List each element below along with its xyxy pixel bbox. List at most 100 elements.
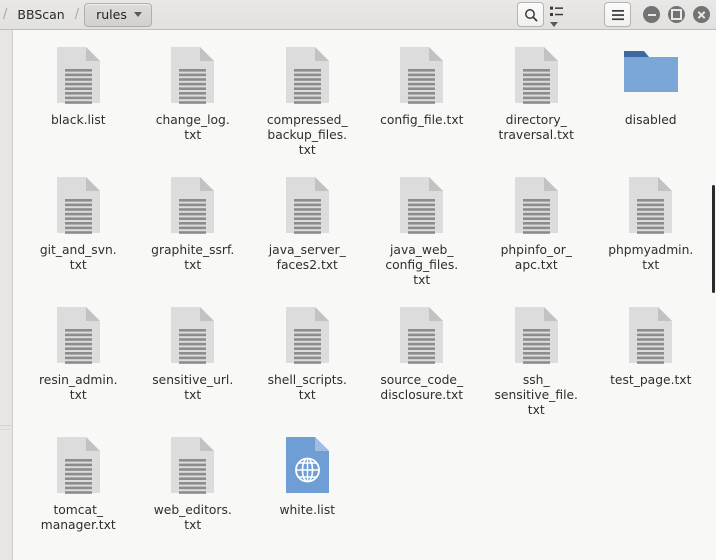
file-item-label: tomcat_ manager.txt [40,503,116,532]
breadcrumb-item-bbscan[interactable]: BBScan [10,5,71,24]
file-item[interactable]: java_server_ faces2.txt [250,172,365,302]
breadcrumb-separator-leading: / [3,7,8,22]
text-file-icon [629,307,673,364]
file-item[interactable]: graphite_ssrf. txt [136,172,251,302]
file-item-label: ssh_ sensitive_file. txt [494,373,578,417]
file-item[interactable]: change_log. txt [136,42,251,172]
text-file-icon [171,177,215,234]
window-body: black.list change_log. txt compressed_ bac… [0,30,716,560]
text-file-icon[interactable] [507,46,565,108]
text-file-icon[interactable] [622,306,680,368]
text-file-icon [514,47,558,104]
file-item[interactable]: java_web_ config_files. txt [365,172,480,302]
text-file-icon[interactable] [507,306,565,368]
file-item[interactable]: test_page.txt [594,302,709,432]
file-item[interactable]: config_file.txt [365,42,480,172]
maximize-button[interactable] [668,6,685,23]
chevron-down-icon [550,21,558,27]
file-item-label: test_page.txt [610,373,692,387]
text-file-icon[interactable] [393,306,451,368]
file-item[interactable]: sensitive_url. txt [136,302,251,432]
file-item[interactable]: disabled [594,42,709,172]
text-file-icon[interactable] [164,436,222,498]
search-button[interactable] [517,2,544,27]
main-menu-button[interactable] [604,2,631,27]
file-item[interactable]: web_editors. txt [136,432,251,560]
text-file-icon [171,307,215,364]
text-file-icon[interactable] [507,176,565,238]
hamburger-menu-icon [611,9,624,20]
file-item-label: white.list [279,503,336,517]
text-file-icon [171,437,215,494]
view-options-button[interactable] [550,3,598,27]
web-file-icon [285,437,329,493]
text-file-icon [629,177,673,234]
file-item[interactable]: shell_scripts. txt [250,302,365,432]
file-item-label: directory_ traversal.txt [498,113,575,142]
text-file-icon[interactable] [164,46,222,108]
file-item[interactable]: resin_admin. txt [21,302,136,432]
text-file-icon [171,47,215,104]
file-item-label: phpmyadmin. txt [608,243,694,272]
file-item-label: git_and_svn. txt [39,243,117,272]
scrollbar-thumb[interactable] [712,185,715,293]
file-item[interactable]: git_and_svn. txt [21,172,136,302]
file-item-label: shell_scripts. txt [267,373,347,402]
text-file-icon[interactable] [49,176,107,238]
close-button[interactable] [693,6,710,23]
text-file-icon[interactable] [622,176,680,238]
file-item-label: java_server_ faces2.txt [268,243,346,272]
text-file-icon[interactable] [49,436,107,498]
file-item-label: phpinfo_or_ apc.txt [500,243,572,272]
sidebar-divider-secondary [0,429,13,430]
breadcrumb-item-rules[interactable]: rules [84,2,152,27]
titlebar: / BBScan / rules [0,0,716,30]
file-item-label: change_log. txt [155,113,230,142]
text-file-icon [400,307,444,364]
file-item[interactable]: white.list [250,432,365,560]
text-file-icon [56,177,100,234]
text-file-icon[interactable] [278,46,336,108]
file-item[interactable]: phpinfo_or_ apc.txt [479,172,594,302]
file-item[interactable]: source_code_ disclosure.txt [365,302,480,432]
file-item-label: compressed_ backup_files. txt [266,113,348,157]
file-item[interactable]: directory_ traversal.txt [479,42,594,172]
minimize-button[interactable] [643,6,660,23]
file-item-label: java_web_ config_files. txt [385,243,459,287]
text-file-icon[interactable] [393,46,451,108]
file-item[interactable]: ssh_ sensitive_file. txt [479,302,594,432]
text-file-icon[interactable] [164,176,222,238]
file-item-label: disabled [624,113,677,127]
toolbar [517,0,716,30]
text-file-icon[interactable] [49,306,107,368]
folder-icon[interactable] [622,46,680,108]
vertical-scrollbar[interactable] [712,30,716,560]
text-file-icon[interactable] [278,306,336,368]
text-file-icon [400,47,444,104]
text-file-icon [56,47,100,104]
file-item[interactable]: black.list [21,42,136,172]
breadcrumb-item-rules-label: rules [96,6,127,22]
text-file-icon[interactable] [278,176,336,238]
file-item[interactable]: compressed_ backup_files. txt [250,42,365,172]
breadcrumb-separator: / [74,7,80,22]
text-file-icon [514,307,558,364]
file-item-label: web_editors. txt [153,503,232,532]
chevron-down-icon [133,11,142,17]
web-file-icon[interactable] [278,436,336,498]
text-file-icon[interactable] [393,176,451,238]
sidebar-divider [0,425,13,426]
sidebar[interactable] [0,30,13,560]
window-controls [643,6,710,23]
breadcrumb: / BBScan / rules [0,0,152,30]
folder-icon [623,51,678,92]
file-item-label: source_code_ disclosure.txt [380,373,464,402]
text-file-icon[interactable] [49,46,107,108]
text-file-icon[interactable] [164,306,222,368]
text-file-icon [514,177,558,234]
file-item[interactable]: phpmyadmin. txt [594,172,709,302]
file-item-label: black.list [50,113,106,127]
file-item[interactable]: tomcat_ manager.txt [21,432,136,560]
text-file-icon [400,177,444,234]
file-item-label: resin_admin. txt [38,373,118,402]
